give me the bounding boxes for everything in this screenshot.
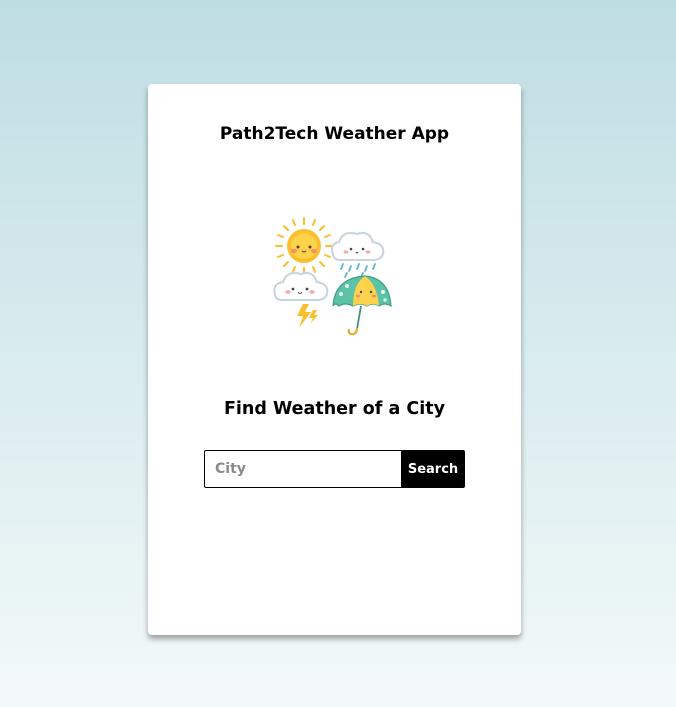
search-button[interactable]: Search	[401, 450, 465, 488]
weather-illustration	[273, 214, 398, 339]
weather-icons	[273, 217, 392, 336]
city-search-form: Search	[204, 450, 465, 488]
rain-cloud-icon	[330, 232, 385, 278]
find-weather-heading: Find Weather of a City	[223, 399, 446, 419]
app-title: Path2Tech Weather App	[219, 124, 450, 144]
weather-card: Path2Tech Weather App Find Weather of a …	[148, 84, 521, 635]
umbrella-icon	[332, 275, 392, 336]
city-input[interactable]	[204, 450, 401, 488]
sun-icon	[275, 217, 333, 275]
storm-cloud-icon	[273, 272, 329, 328]
